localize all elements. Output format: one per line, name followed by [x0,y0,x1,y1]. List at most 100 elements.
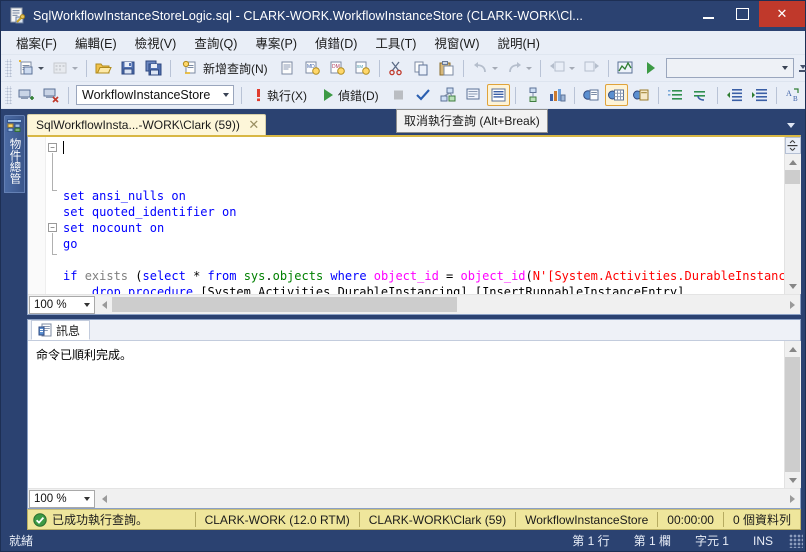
toolbar-separator [170,59,171,77]
navigate-backward-button[interactable] [546,57,578,79]
toolbar-empty-combo[interactable] [665,58,794,78]
toolbar-grip[interactable] [5,59,12,77]
menu-file[interactable]: 檔案(F) [7,30,66,55]
editor-scroll-thumb[interactable] [784,170,800,184]
include-actual-plan-button[interactable] [521,84,544,106]
results-message-text[interactable]: 命令已順利完成。 [28,341,784,488]
scroll-right-button[interactable] [784,490,800,507]
new-analysis-mdx-query-button[interactable]: MD [301,57,324,79]
minimize-button[interactable] [691,1,725,27]
menu-view[interactable]: 檢視(V) [126,30,186,55]
new-query-dropdown-button[interactable] [15,57,47,79]
new-analysis-xmla-query-button[interactable]: XM [351,57,374,79]
comment-lines-button[interactable] [664,84,687,106]
copy-button[interactable] [410,57,433,79]
undo-button[interactable] [469,57,501,79]
toolbar-separator [241,86,242,104]
left-dock-strip: 物件總管 [1,109,27,530]
scroll-left-button[interactable] [96,296,112,313]
scroll-left-button[interactable] [96,490,112,507]
new-query-button[interactable]: 新增查詢(N) [176,57,274,79]
outline-region-line [52,153,53,190]
menu-help[interactable]: 說明(H) [489,30,549,55]
outline-collapse-box[interactable]: − [48,143,57,152]
sidebar-item-object-explorer[interactable]: 物件總管 [3,115,25,193]
menu-edit[interactable]: 編輯(E) [66,30,126,55]
editor-split-button[interactable] [784,137,801,154]
menu-project[interactable]: 專案(P) [246,30,306,55]
editor-vertical-scrollbar[interactable] [784,137,801,294]
scroll-up-button[interactable] [784,154,801,170]
close-icon[interactable]: ✕ [248,117,260,133]
navigate-forward-button[interactable] [580,57,603,79]
uncomment-lines-button[interactable] [689,84,712,106]
outline-collapse-box[interactable]: − [48,223,57,232]
new-database-engine-query-button[interactable] [276,57,299,79]
editor-hscroll-track[interactable] [112,296,784,313]
results-hscroll-track[interactable] [112,490,784,507]
editor-zoom-combo[interactable]: 100 % [29,295,95,314]
results-to-text-button[interactable] [486,84,510,106]
tab-messages[interactable]: 訊息 [31,320,91,340]
maximize-button[interactable] [725,1,759,27]
chevron-down-icon [38,66,44,70]
resize-grip[interactable] [789,533,803,548]
menu-query[interactable]: 查詢(Q) [185,30,246,55]
sql-code-text[interactable]: set ansi_nulls on set quoted_identifier o… [60,137,784,294]
results-zoom-combo[interactable]: 100 % [29,489,95,508]
save-button[interactable] [117,57,140,79]
new-analysis-dmx-query-button[interactable]: DM [326,57,349,79]
chevron-down-icon[interactable] [781,116,801,135]
toolbar-grip[interactable] [5,86,12,104]
chevron-down-icon[interactable] [80,497,94,501]
editor-hscroll-thumb[interactable] [112,297,457,312]
disconnect-button[interactable] [40,84,63,106]
increase-indent-button[interactable] [748,84,771,106]
activity-monitor-button[interactable] [614,57,637,79]
scroll-down-button[interactable] [784,278,801,294]
menu-debug[interactable]: 偵錯(D) [306,30,366,55]
scroll-down-button[interactable] [784,472,801,488]
new-project-dropdown-button[interactable] [49,57,81,79]
toolbar-overflow-button[interactable] [797,57,806,79]
results-to-text2-button[interactable] [580,84,603,106]
decrease-indent-button[interactable] [723,84,746,106]
editor-indicator-margin[interactable] [28,137,46,294]
stop-button[interactable] [387,84,410,106]
results-scroll-thumb[interactable] [784,357,800,472]
menu-window[interactable]: 視窗(W) [425,30,488,55]
results-to-file-button[interactable] [630,84,653,106]
save-all-button[interactable] [142,57,165,79]
display-estimated-plan-button[interactable] [437,84,460,106]
results-scroll-track[interactable] [784,357,801,472]
menu-tools[interactable]: 工具(T) [366,30,425,55]
editor-outline-margin[interactable]: − − [46,137,60,294]
chevron-down-icon [491,66,498,70]
database-combo[interactable]: WorkflowInstanceStore [76,85,234,105]
open-file-button[interactable] [92,57,115,79]
scroll-up-button[interactable] [784,341,801,357]
client-statistics-button[interactable] [546,84,569,106]
editor-scroll-track[interactable] [784,170,801,278]
debug-button[interactable]: 偵錯(D) [315,84,385,106]
connect-button[interactable] [15,84,38,106]
chevron-down-icon[interactable] [778,59,793,77]
document-tab-sql-query[interactable]: SqlWorkflowInsta...-WORK\Clark (59)) ✕ [27,114,266,135]
scroll-right-button[interactable] [784,296,800,313]
run-button[interactable] [639,57,662,79]
standard-toolbar: 新增查詢(N) MD DM XM [1,55,806,82]
execute-button[interactable]: 執行(X) [247,84,313,106]
results-vertical-scrollbar[interactable] [784,341,801,488]
new-query-icon [18,60,35,76]
parse-button[interactable] [412,84,435,106]
redo-button[interactable] [503,57,535,79]
chevron-down-icon[interactable] [218,86,233,104]
paste-button[interactable] [435,57,458,79]
cut-button[interactable] [385,57,408,79]
specify-values-button[interactable]: A B [782,84,805,106]
query-options-button[interactable] [462,84,485,106]
chevron-down-icon[interactable] [80,303,94,307]
results-to-grid-button[interactable] [604,84,628,106]
close-button[interactable]: ✕ [759,1,805,27]
